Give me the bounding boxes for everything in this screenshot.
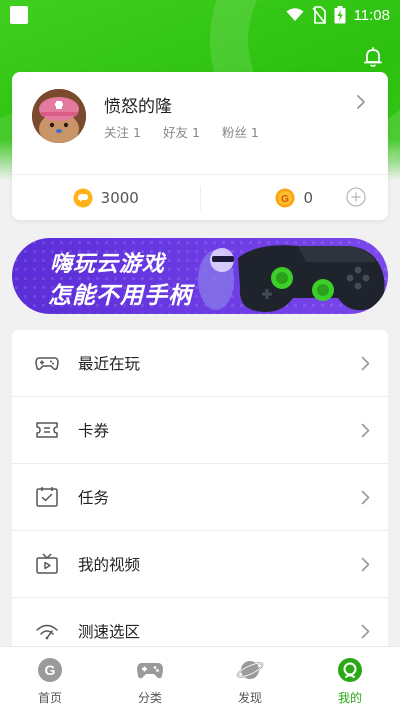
- fans-count: 1: [250, 125, 259, 140]
- follow-stat[interactable]: 关注 1: [104, 122, 141, 141]
- notification-square-icon: [10, 6, 28, 24]
- nav-tab-home[interactable]: G 首页: [0, 647, 100, 710]
- nav-label: 分类: [137, 691, 162, 705]
- profile-card: 愤怒的隆 关注 1 好友 1 粉丝 1 3000 G 0: [12, 72, 388, 220]
- fans-stat[interactable]: 粉丝 1: [222, 122, 259, 141]
- svg-text:G: G: [45, 662, 56, 678]
- nav-tab-category[interactable]: 分类: [100, 647, 200, 710]
- chevron-right-icon: [361, 624, 370, 638]
- task-icon: [36, 487, 58, 507]
- username: 愤怒的隆: [104, 97, 172, 117]
- bottom-navigation: G 首页 分类 发现 我的: [0, 646, 400, 710]
- menu-list: 最近在玩 卡券 任务 我的视频 测速选区: [12, 330, 388, 660]
- nav-label: 首页: [37, 691, 62, 705]
- coin-value: 3000: [100, 188, 139, 207]
- nav-tab-discover[interactable]: 发现: [200, 647, 300, 710]
- gamepad-icon: [35, 357, 59, 371]
- banner-title: 嗨玩云游戏: [50, 252, 166, 277]
- g-coin-icon: G: [275, 188, 295, 207]
- promo-banner[interactable]: 嗨玩云游戏 怎能不用手柄: [12, 238, 388, 314]
- profile-icon: [338, 658, 362, 682]
- menu-label: 我的视频: [78, 556, 141, 574]
- chevron-right-icon[interactable]: [356, 94, 366, 110]
- menu-label: 卡券: [78, 422, 110, 440]
- wifi-speed-icon: [36, 624, 58, 640]
- gamepad-illustration: [198, 245, 385, 312]
- follow-label: 关注: [104, 125, 130, 140]
- no-sim-icon: [311, 6, 326, 24]
- gcoin-value: 0: [303, 188, 314, 207]
- home-g-icon: G: [38, 658, 62, 682]
- wifi-icon: [286, 8, 304, 21]
- coin-balance[interactable]: 3000: [12, 188, 200, 208]
- planet-icon: [236, 661, 264, 679]
- nav-label: 我的: [337, 691, 362, 705]
- menu-item-recent-played[interactable]: 最近在玩: [12, 330, 388, 397]
- status-time: 11:08: [353, 6, 390, 24]
- follow-count: 1: [133, 125, 141, 140]
- avatar[interactable]: [32, 89, 86, 143]
- nav-label: 发现: [237, 691, 262, 705]
- social-stats: 关注 1 好友 1 粉丝 1: [104, 122, 259, 141]
- coin-icon: [73, 188, 93, 207]
- friends-stat[interactable]: 好友 1: [163, 122, 200, 141]
- menu-label: 测速选区: [78, 623, 141, 641]
- wallet-row: 3000 G 0: [12, 175, 388, 220]
- menu-label: 任务: [78, 489, 110, 507]
- battery-charging-icon: [334, 6, 346, 24]
- status-bar: 11:08: [0, 0, 400, 30]
- menu-item-coupons[interactable]: 卡券: [12, 397, 388, 464]
- chevron-right-icon: [361, 490, 370, 504]
- fans-label: 粉丝: [221, 125, 247, 140]
- chevron-right-icon: [361, 557, 370, 571]
- friends-count: 1: [191, 125, 200, 140]
- add-circle-icon[interactable]: [346, 187, 366, 207]
- menu-item-tasks[interactable]: 任务: [12, 464, 388, 531]
- gamepad-icon: [137, 663, 163, 679]
- banner-subtitle: 怎能不用手柄: [48, 283, 192, 309]
- bell-icon[interactable]: [362, 46, 384, 68]
- tv-icon: [36, 553, 58, 574]
- menu-label: 最近在玩: [78, 355, 141, 373]
- svg-text:G: G: [282, 194, 290, 205]
- menu-item-my-videos[interactable]: 我的视频: [12, 531, 388, 598]
- chevron-right-icon: [361, 356, 370, 370]
- nav-tab-mine[interactable]: 我的: [300, 647, 400, 710]
- coupon-icon: [36, 422, 58, 438]
- friends-label: 好友: [162, 125, 188, 140]
- chevron-right-icon: [361, 423, 370, 437]
